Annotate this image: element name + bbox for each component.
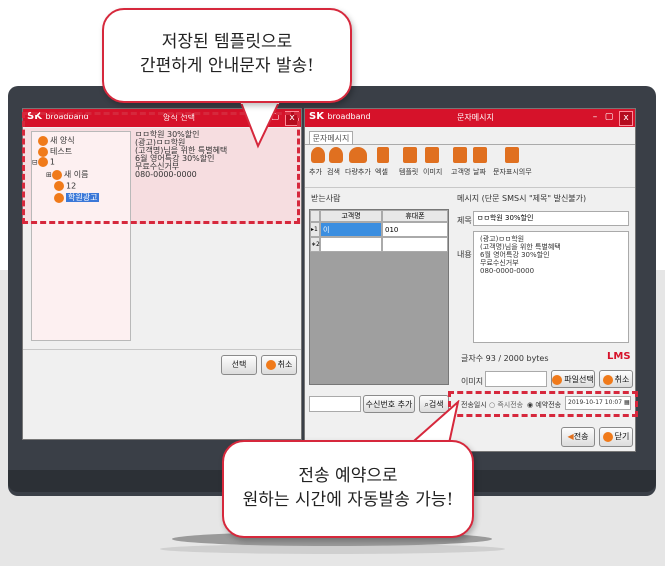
right-window-title: 문자메시지 xyxy=(457,113,494,122)
content-line: (광고)ㅁㅁ학원 xyxy=(480,235,525,243)
toolbar-label-template: 템플릿 xyxy=(399,168,419,176)
toolbar-label-bulk: 다량추가 xyxy=(345,168,371,176)
excel-icon[interactable] xyxy=(377,147,389,163)
char-count: 글자수 93 / 2000 bytes xyxy=(461,354,549,363)
image-label: 이미지 xyxy=(461,377,484,386)
cell-phone[interactable] xyxy=(382,237,448,252)
recipients-table[interactable]: 고객명 휴대폰 ▸1 이 010 ∗2 xyxy=(309,209,449,385)
toolbar-label-ad-notice: 문자표시의무 xyxy=(493,168,532,176)
minimize-icon[interactable]: – xyxy=(589,111,601,124)
bulk-add-icon[interactable] xyxy=(349,147,367,163)
subject-input[interactable]: ㅁㅁ학원 30%할인 xyxy=(473,211,629,226)
callout-top-line2: 간편하게 안내문자 발송! xyxy=(139,56,315,76)
customer-name-icon[interactable] xyxy=(453,147,467,163)
tab-sms[interactable]: 문자메시지 xyxy=(309,131,353,144)
callout-top: 저장된 템플릿으로 간편하게 안내문자 발송! xyxy=(102,8,352,103)
ad-notice-icon[interactable] xyxy=(505,147,519,163)
message-header: 메시지 (단문 SMS시 "제목" 발신불가) xyxy=(457,194,587,203)
column-header-name[interactable]: 고객명 xyxy=(320,210,382,222)
content-line: 무료수신거부 xyxy=(480,259,519,267)
image-path-input[interactable] xyxy=(485,371,547,387)
content-line: (고객명)님을 위한 특별혜택 xyxy=(480,243,561,251)
template-icon[interactable] xyxy=(403,147,417,163)
callout-top-line1: 저장된 템플릿으로 xyxy=(161,32,293,52)
close-icon[interactable]: x xyxy=(619,111,633,126)
add-user-icon[interactable] xyxy=(311,147,325,163)
toolbar-label-excel: 엑셀 xyxy=(375,168,388,176)
divider xyxy=(305,187,635,188)
content-textarea[interactable]: (광고)ㅁㅁ학원 (고객명)님을 위한 특별혜택 6월 영어특강 30%할인 무… xyxy=(473,231,629,343)
callout-bottom-line2: 원하는 시간에 자동발송 가능! xyxy=(242,490,454,510)
lms-badge: LMS xyxy=(607,351,631,362)
callout-bottom-line1: 전송 예약으로 xyxy=(298,466,398,486)
close-icon xyxy=(602,431,613,442)
toolbar: 추가 검색 다량추가 엑셀 템플릿 이미지 고객명 날짜 문자표시의무 xyxy=(309,147,609,183)
cell-name[interactable]: 이 xyxy=(320,222,382,237)
image-cancel-button[interactable]: 취소 xyxy=(599,370,633,388)
row-header-corner xyxy=(310,210,320,222)
toolbar-label-search: 검색 xyxy=(327,168,340,176)
select-button[interactable]: 선택 xyxy=(221,355,257,375)
content-line: 080-0000-0000 xyxy=(480,267,535,275)
close-button[interactable]: 닫기 xyxy=(599,427,633,447)
file-select-button[interactable]: 파일선택 xyxy=(551,370,595,388)
content-line: 6월 영어특강 30%할인 xyxy=(480,251,550,259)
cancel-button[interactable]: 취소 xyxy=(261,355,297,375)
image-icon[interactable] xyxy=(425,147,439,163)
toolbar-label-customer: 고객명 xyxy=(451,168,471,176)
content-label: 내용 xyxy=(457,250,472,259)
tab-divider xyxy=(305,144,635,145)
search-user-icon[interactable] xyxy=(329,147,343,163)
phone-number-input[interactable] xyxy=(309,396,361,412)
right-titlebar: SK broadband 문자메시지 – ▢ x xyxy=(305,109,635,127)
divider xyxy=(23,349,301,350)
date-icon[interactable] xyxy=(473,147,487,163)
subject-label: 제목 xyxy=(457,216,472,225)
toolbar-label-image: 이미지 xyxy=(423,168,443,176)
toolbar-label-add: 추가 xyxy=(309,168,322,176)
maximize-icon[interactable]: ▢ xyxy=(603,111,615,124)
cell-phone[interactable]: 010 xyxy=(382,222,448,237)
send-button[interactable]: ◀전송 xyxy=(561,427,595,447)
reserve-highlight-frame xyxy=(448,391,638,417)
toolbar-label-date: 날짜 xyxy=(473,168,486,176)
recipients-label: 받는사람 xyxy=(311,194,341,203)
column-header-phone[interactable]: 휴대폰 xyxy=(382,210,448,222)
cancel-icon xyxy=(265,359,276,370)
callout-top-tail xyxy=(238,100,282,149)
row-marker: ▸1 xyxy=(310,222,320,237)
callout-bottom: 전송 예약으로 원하는 시간에 자동발송 가능! xyxy=(222,440,474,538)
row-marker: ∗2 xyxy=(310,237,320,252)
cancel-icon xyxy=(602,374,613,385)
folder-icon xyxy=(552,374,563,385)
brand-logo: SK broadband xyxy=(309,111,371,122)
cell-name[interactable] xyxy=(320,237,382,252)
